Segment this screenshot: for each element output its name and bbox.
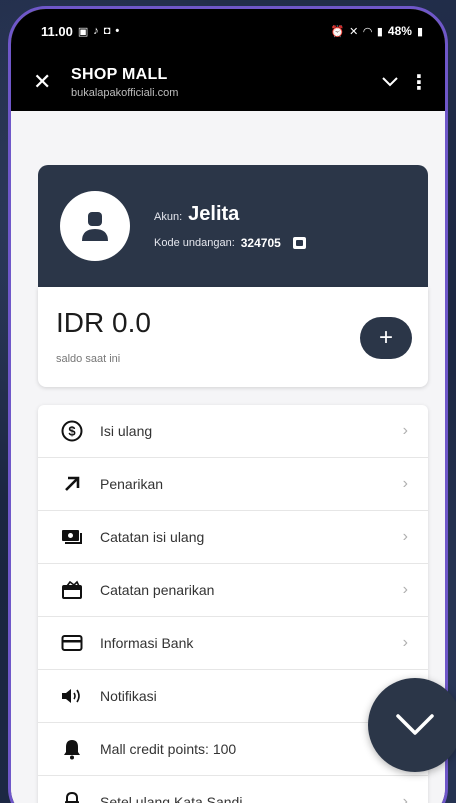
chevron-right-icon: › (402, 475, 408, 492)
arrow-up-right-icon (58, 472, 86, 496)
scroll-down-button[interactable] (368, 678, 456, 772)
status-bar: 11.00 ▣ ♪ ◘ • ⏰ ✕ ◠ ▮ 48% ▮ (11, 9, 445, 53)
menu-item-label: Mall credit points: 100 (100, 741, 237, 757)
close-icon[interactable]: ✕ (33, 69, 63, 95)
bell-icon (58, 737, 86, 761)
dot-icon: • (115, 25, 120, 37)
account-name: Jelita (188, 202, 240, 225)
balance-caption: saldo saat ini (56, 353, 121, 365)
menu-item-label: Catatan penarikan (100, 582, 215, 598)
referral-label: Kode undangan: (154, 236, 235, 249)
page-url: bukalapakofficiali.com (71, 86, 179, 99)
chevron-right-icon: › (402, 581, 408, 598)
menu-item-label: Notifikasi (100, 688, 157, 704)
menu-item-catatan-penarikan[interactable]: Catatan penarikan › (38, 564, 428, 617)
add-funds-button[interactable]: + (360, 317, 412, 359)
battery-icon: ▮ (416, 25, 423, 38)
credit-card-icon (58, 631, 86, 655)
browser-toolbar: ✕ SHOP MALL bukalapakofficiali.com ⋮ (11, 53, 445, 111)
status-time: 11.00 (41, 23, 73, 39)
more-options-icon[interactable]: ⋮ (407, 70, 431, 95)
chevron-down-icon (396, 714, 434, 735)
account-menu: $ Isi ulang › Penarikan › Catatan isi ul… (38, 405, 428, 803)
cash-icon (58, 525, 86, 549)
phone-frame: 11.00 ▣ ♪ ◘ • ⏰ ✕ ◠ ▮ 48% ▮ ✕ SHOP MALL … (8, 6, 448, 803)
shop-icon: ◘ (103, 25, 111, 37)
menu-item-isi-ulang[interactable]: $ Isi ulang › (38, 405, 428, 458)
mute-icon: ✕ (349, 25, 359, 38)
menu-item-catatan-isi-ulang[interactable]: Catatan isi ulang › (38, 511, 428, 564)
menu-item-label: Isi ulang (100, 423, 153, 439)
account-card: Akun: Jelita Kode undangan: 324705 (38, 165, 428, 287)
svg-text:$: $ (68, 424, 76, 439)
wallet-icon (58, 578, 86, 602)
page-title: SHOP MALL (71, 65, 168, 83)
menu-item-label: Informasi Bank (100, 635, 194, 651)
chevron-right-icon: › (402, 634, 408, 651)
user-icon (82, 212, 108, 241)
speaker-icon (58, 684, 86, 708)
tiktok-icon: ♪ (93, 25, 99, 37)
referral-code: 324705 (240, 235, 281, 250)
alarm-icon: ⏰ (330, 25, 345, 38)
signal-icon: ▮ (376, 25, 383, 38)
menu-item-label: Penarikan (100, 476, 164, 492)
account-label: Akun: (154, 210, 183, 223)
menu-item-reset-password[interactable]: Setel ulang Kata Sandi › (38, 776, 428, 803)
balance-amount: IDR 0.0 (56, 307, 151, 338)
battery-level: 48% (387, 24, 412, 38)
screen: 11.00 ▣ ♪ ◘ • ⏰ ✕ ◠ ▮ 48% ▮ ✕ SHOP MALL … (11, 9, 445, 803)
menu-item-penarikan[interactable]: Penarikan › (38, 458, 428, 511)
balance-card: IDR 0.0 saldo saat ini + (38, 287, 428, 387)
menu-item-informasi-bank[interactable]: Informasi Bank › (38, 617, 428, 670)
chevron-down-icon[interactable] (373, 77, 407, 87)
lock-icon (58, 790, 86, 803)
dollar-circle-icon: $ (58, 419, 86, 443)
wifi-icon: ◠ (363, 25, 372, 38)
chevron-right-icon: › (402, 793, 408, 803)
gallery-icon: ▣ (77, 25, 89, 38)
menu-item-label: Setel ulang Kata Sandi (100, 794, 243, 803)
chevron-right-icon: › (402, 422, 408, 439)
menu-item-label: Catatan isi ulang (100, 529, 205, 545)
copy-icon[interactable] (292, 236, 306, 249)
avatar (60, 191, 130, 261)
chevron-right-icon: › (402, 528, 408, 545)
